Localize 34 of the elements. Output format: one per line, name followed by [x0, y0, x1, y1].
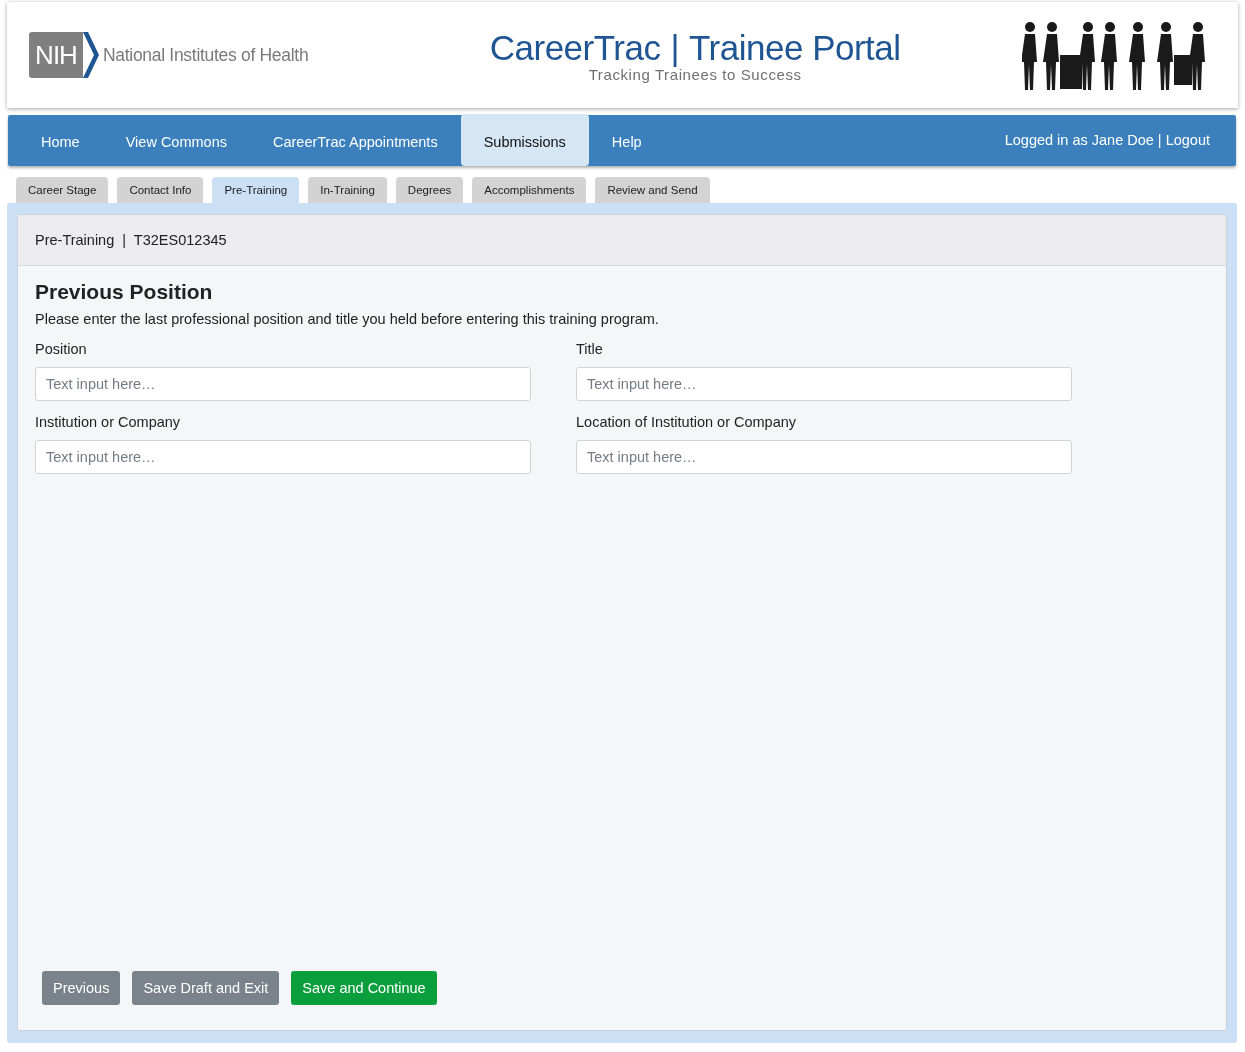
- input-field[interactable]: Text input here…: [35, 440, 531, 474]
- input-field[interactable]: Text input here…: [576, 367, 1072, 401]
- action-button[interactable]: Save Draft and Exit: [132, 971, 280, 1005]
- section-title: Previous Position: [35, 280, 214, 304]
- organization-name: National Institutes of Health: [103, 44, 309, 66]
- title-separator: |: [670, 27, 680, 68]
- input-field[interactable]: Text input here…: [576, 440, 1072, 474]
- field-label: Position: [35, 341, 88, 357]
- step-tab[interactable]: Degrees: [395, 177, 464, 203]
- step-tab[interactable]: In-Training: [308, 177, 387, 203]
- logo-mark: NIH: [29, 32, 83, 78]
- nav-item[interactable]: Help: [588, 115, 665, 166]
- field-label: Location of Institution or Company: [576, 414, 798, 430]
- instructions: Please enter the last professional position and title you held before entering this training program.: [35, 311, 660, 327]
- nav-item[interactable]: CareerTrac Appointments: [249, 115, 461, 166]
- action-button[interactable]: Previous: [42, 971, 121, 1005]
- input-field[interactable]: Text input here…: [35, 367, 531, 401]
- field-label: Title: [576, 341, 604, 357]
- step-tab[interactable]: Contact Info: [117, 177, 204, 203]
- nav-item[interactable]: View Commons: [102, 115, 250, 166]
- separator: |: [1157, 131, 1162, 148]
- portal-name: Trainee Portal: [689, 27, 901, 68]
- nav-item[interactable]: Submissions: [460, 114, 589, 166]
- step-tab[interactable]: Pre-Training: [212, 177, 300, 203]
- user-status: Logged in as Jane Doe: [1004, 131, 1154, 148]
- chevron-icon: [83, 32, 99, 78]
- nav-item[interactable]: Home: [18, 115, 103, 166]
- step-tab[interactable]: Review and Send: [595, 177, 710, 203]
- app-name: CareerTrac: [489, 27, 661, 68]
- step-tab[interactable]: Career Stage: [16, 177, 109, 203]
- field-label: Institution or Company: [35, 414, 182, 430]
- card-heading: Pre-Training | T32ES012345: [18, 215, 1226, 266]
- logout-link[interactable]: Logout: [1165, 131, 1210, 148]
- step-tab[interactable]: Accomplishments: [472, 177, 587, 203]
